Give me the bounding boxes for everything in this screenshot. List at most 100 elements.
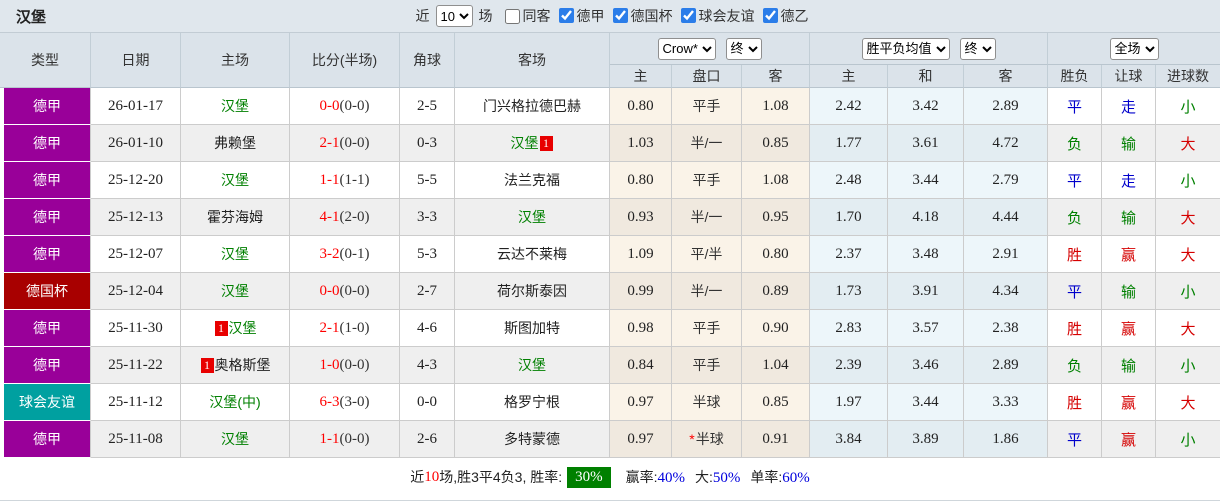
handicap-result-cell: 走 <box>1102 88 1156 125</box>
footer-count: 10 <box>424 468 440 485</box>
fulltime-score: 1-1 <box>319 171 340 188</box>
match-row: 德甲 25-12-07 汉堡 3-2(0-1) 5-3 云达不莱梅 1.09 平… <box>0 236 1220 273</box>
handicap-cell: 半/一 <box>672 199 742 236</box>
fulltime-score: 3-2 <box>319 245 340 262</box>
handicap-result-cell: 输 <box>1102 199 1156 236</box>
league-checkbox[interactable] <box>680 8 696 23</box>
col-score: 比分(半场) <box>290 33 400 88</box>
corner-cell: 0-3 <box>400 125 455 162</box>
league-cell: 德甲 <box>0 310 91 347</box>
handicap-cell: 平/半 <box>672 236 742 273</box>
rank-badge: 1 <box>200 358 214 373</box>
away-cell: 多特蒙德 <box>455 421 610 458</box>
goals-result-cell: 小 <box>1156 273 1220 310</box>
league-checkbox[interactable] <box>558 8 574 23</box>
bookmaker-select[interactable]: Crow* <box>657 37 716 60</box>
asia-away-odds-cell: 0.85 <box>742 125 810 162</box>
star-mark: * <box>689 431 695 447</box>
eu-draw-odds-cell: 3.44 <box>888 162 964 199</box>
recent-count-select[interactable]: 10 <box>435 5 473 27</box>
match-table-body: 德甲 26-01-17 汉堡 0-0(0-0) 2-5 门兴格拉德巴赫 0.80… <box>0 88 1220 458</box>
col-corner: 角球 <box>400 33 455 88</box>
away-team-name: 汉堡 <box>510 135 539 151</box>
sub-handicap-res: 让球 <box>1102 65 1156 88</box>
halftime-score: (0-0) <box>339 356 370 373</box>
footer-stats: 赢率:40% 大:50% 单率:60% <box>616 467 810 487</box>
score-cell: 1-1(0-0) <box>290 421 400 458</box>
home-team-name: 汉堡 <box>221 246 249 262</box>
goals-result-cell: 大 <box>1156 384 1220 421</box>
stat-label: 大: <box>695 469 713 485</box>
asia-home-odds-cell: 1.09 <box>610 236 672 273</box>
home-cell: 汉堡 <box>181 162 290 199</box>
date-cell: 25-11-12 <box>91 384 181 421</box>
asia-away-odds-cell: 1.08 <box>742 88 810 125</box>
goals-result-cell: 大 <box>1156 125 1220 162</box>
handicap-result-cell: 赢 <box>1102 384 1156 421</box>
eu-draw-odds-cell: 3.46 <box>888 347 964 384</box>
rank-badge: 1 <box>214 321 228 336</box>
fulltime-score: 4-1 <box>319 208 340 225</box>
eu-draw-odds-cell: 3.61 <box>888 125 964 162</box>
asia-away-odds-cell: 0.95 <box>742 199 810 236</box>
home-cell: 汉堡 <box>181 273 290 310</box>
league-cell: 德甲 <box>0 125 91 162</box>
eu-draw-odds-cell: 3.42 <box>888 88 964 125</box>
home-cell: 1 奥格斯堡 <box>181 347 290 384</box>
stat-value: 40% <box>657 470 686 486</box>
asia-away-odds-cell: 0.90 <box>742 310 810 347</box>
home-cell: 汉堡 <box>181 421 290 458</box>
eu-home-odds-cell: 1.77 <box>810 125 888 162</box>
league-checkbox[interactable] <box>762 8 778 23</box>
away-team-name: 斯图加特 <box>504 320 560 336</box>
handicap-result-cell: 输 <box>1102 347 1156 384</box>
away-team-name: 法兰克福 <box>504 172 560 188</box>
asia-home-odds-cell: 0.93 <box>610 199 672 236</box>
matches-label: 场 <box>478 8 493 24</box>
asia-home-odds-cell: 1.03 <box>610 125 672 162</box>
halftime-score: (0-0) <box>339 97 370 114</box>
europe-select[interactable]: 胜平负均值 <box>861 37 950 60</box>
asia-final-select[interactable]: 终 <box>725 37 762 60</box>
league-checkbox[interactable] <box>612 8 628 23</box>
away-team-name: 门兴格拉德巴赫 <box>483 98 581 114</box>
handicap-result-cell: 输 <box>1102 125 1156 162</box>
sub-eu-home: 主 <box>810 65 888 88</box>
away-team-name: 汉堡 <box>518 209 546 225</box>
score-cell: 0-0(0-0) <box>290 273 400 310</box>
sub-asia-home: 主 <box>610 65 672 88</box>
win-rate-badge: 30% <box>567 466 611 488</box>
away-cell: 汉堡 1 <box>455 125 610 162</box>
col-date: 日期 <box>91 33 181 88</box>
eu-draw-odds-cell: 3.91 <box>888 273 964 310</box>
same-away-checkbox[interactable] <box>504 8 520 24</box>
score-cell: 6-3(3-0) <box>290 384 400 421</box>
league-checkbox-label: 德国杯 <box>630 8 673 24</box>
fullmatch-select[interactable]: 全场 <box>1109 37 1159 60</box>
wdl-result-cell: 胜 <box>1048 310 1102 347</box>
handicap-line: 半球 <box>695 431 724 447</box>
europe-final-select[interactable]: 终 <box>959 37 996 60</box>
date-cell: 25-12-04 <box>91 273 181 310</box>
stat-label: 单率: <box>750 469 783 485</box>
score-cell: 0-0(0-0) <box>290 88 400 125</box>
handicap-line: 半/一 <box>690 283 723 299</box>
match-row: 德甲 25-11-30 1 汉堡 2-1(1-0) 4-6 斯图加特 0.98 平… <box>0 310 1220 347</box>
away-team-name: 多特蒙德 <box>504 431 560 447</box>
corner-cell: 4-3 <box>400 347 455 384</box>
match-row: 球会友谊 25-11-12 汉堡(中) 6-3(3-0) 0-0 格罗宁根 0.… <box>0 384 1220 421</box>
handicap-line: 半/一 <box>690 135 723 151</box>
league-cell: 德甲 <box>0 236 91 273</box>
corner-cell: 5-3 <box>400 236 455 273</box>
eu-home-odds-cell: 2.39 <box>810 347 888 384</box>
sub-asia-away: 客 <box>742 65 810 88</box>
asia-home-odds-cell: 0.97 <box>610 384 672 421</box>
eu-draw-odds-cell: 3.48 <box>888 236 964 273</box>
league-checkbox-label: 球会友谊 <box>698 8 755 24</box>
home-team-name: 汉堡 <box>221 98 249 114</box>
halftime-score: (1-1) <box>339 171 370 188</box>
halftime-score: (0-1) <box>339 245 370 262</box>
wdl-result-cell: 负 <box>1048 347 1102 384</box>
wdl-result-cell: 负 <box>1048 199 1102 236</box>
asia-home-odds-cell: 0.97 <box>610 421 672 458</box>
